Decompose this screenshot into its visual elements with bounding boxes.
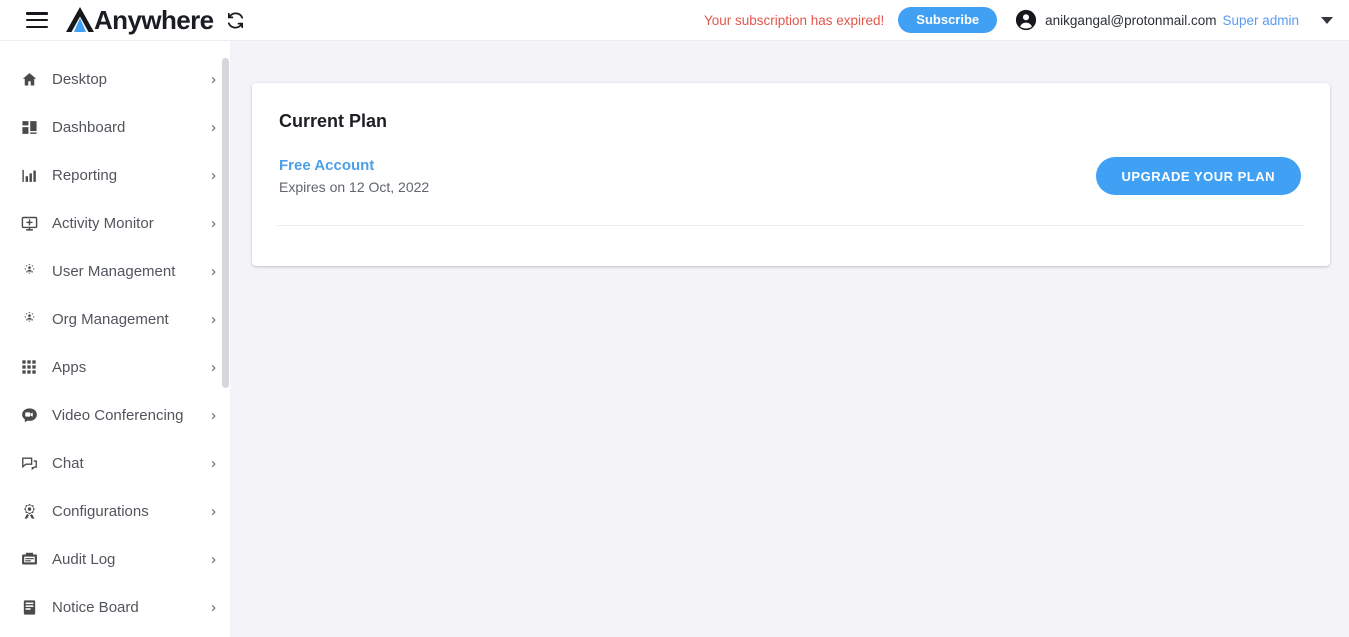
account-circle-icon bbox=[1015, 9, 1037, 31]
chevron-right-icon: › bbox=[211, 598, 216, 616]
dashboard-grid-icon bbox=[18, 116, 40, 138]
top-header-bar: Anywhere Your subscription has expired! … bbox=[0, 0, 1349, 41]
current-plan-card: Current Plan Free Account Expires on 12 … bbox=[252, 83, 1330, 266]
chevron-right-icon: › bbox=[211, 214, 216, 232]
chevron-right-icon: › bbox=[211, 406, 216, 424]
sidebar-item-dashboard[interactable]: Dashboard › bbox=[0, 103, 230, 151]
sidebar-item-user-management[interactable]: User Management › bbox=[0, 247, 230, 295]
sidebar-item-configurations[interactable]: Configurations › bbox=[0, 487, 230, 535]
chat-bubbles-icon bbox=[18, 452, 40, 474]
sidebar-item-reporting[interactable]: Reporting › bbox=[0, 151, 230, 199]
notice-board-icon bbox=[18, 596, 40, 618]
sidebar-item-label: Dashboard bbox=[52, 118, 126, 136]
refresh-sync-icon[interactable] bbox=[226, 11, 245, 30]
sidebar-item-label: Audit Log bbox=[52, 550, 116, 568]
chevron-right-icon: › bbox=[211, 550, 216, 568]
plan-name-label: Free Account bbox=[279, 157, 375, 174]
user-account-area[interactable]: anikgangal@protonmail.com Super admin bbox=[1015, 9, 1299, 31]
sidebar-scrollbar-thumb[interactable] bbox=[222, 58, 229, 388]
chevron-right-icon: › bbox=[211, 166, 216, 184]
logo-text: Anywhere bbox=[94, 5, 214, 35]
sidebar-item-chat[interactable]: Chat › bbox=[0, 439, 230, 487]
caret-down-icon[interactable] bbox=[1321, 16, 1333, 24]
page-title: Current Plan bbox=[279, 111, 388, 131]
chevron-right-icon: › bbox=[211, 118, 216, 136]
sidebar-item-label: Apps bbox=[52, 358, 87, 376]
sidebar-item-label: Desktop bbox=[52, 70, 108, 88]
chevron-right-icon: › bbox=[211, 454, 216, 472]
sidebar-item-label: Activity Monitor bbox=[52, 214, 154, 232]
chevron-right-icon: › bbox=[211, 70, 216, 88]
card-divider bbox=[277, 225, 1305, 226]
user-role-label: Super admin bbox=[1222, 12, 1299, 28]
subscribe-button[interactable]: Subscribe bbox=[898, 7, 998, 33]
sidebar-item-label: Video Conferencing bbox=[52, 406, 184, 424]
settings-gear-icon bbox=[18, 500, 40, 522]
apps-grid-icon bbox=[18, 356, 40, 378]
hamburger-line bbox=[26, 25, 48, 28]
org-gear-icon bbox=[18, 308, 40, 330]
user-gear-icon bbox=[18, 260, 40, 282]
sidebar-item-org-management[interactable]: Org Management › bbox=[0, 295, 230, 343]
chevron-right-icon: › bbox=[211, 310, 216, 328]
sidebar-item-desktop[interactable]: Desktop › bbox=[0, 55, 230, 103]
home-icon bbox=[18, 68, 40, 90]
sidebar-item-audit-log[interactable]: Audit Log › bbox=[0, 535, 230, 583]
header-right-group: Your subscription has expired! Subscribe… bbox=[704, 7, 1333, 33]
video-chat-icon bbox=[18, 404, 40, 426]
sidebar-item-label: User Management bbox=[52, 262, 176, 280]
left-sidebar: Desktop › Dashboard › Reporting › Activi… bbox=[0, 41, 230, 637]
plan-expiry-label: Expires on 12 Oct, 2022 bbox=[279, 179, 430, 195]
sidebar-item-label: Reporting bbox=[52, 166, 118, 184]
anywhere-mountain-logo bbox=[66, 7, 94, 32]
hamburger-line bbox=[26, 18, 48, 22]
chevron-right-icon: › bbox=[211, 502, 216, 520]
main-content-area: Current Plan Free Account Expires on 12 … bbox=[230, 41, 1349, 637]
sidebar-item-label: Configurations bbox=[52, 502, 149, 520]
sidebar-item-activity-monitor[interactable]: Activity Monitor › bbox=[0, 199, 230, 247]
hamburger-line bbox=[26, 12, 48, 15]
chevron-right-icon: › bbox=[211, 358, 216, 376]
app-logo[interactable]: Anywhere bbox=[64, 5, 214, 35]
subscription-expired-message: Your subscription has expired! bbox=[703, 12, 885, 28]
user-email-label: anikgangal@protonmail.com bbox=[1045, 12, 1217, 28]
upgrade-plan-button[interactable]: UPGRADE YOUR PLAN bbox=[1095, 157, 1301, 195]
bar-chart-icon bbox=[18, 164, 40, 186]
monitor-activity-icon bbox=[18, 212, 40, 234]
sidebar-item-label: Org Management bbox=[52, 310, 169, 328]
sidebar-nav-list: Desktop › Dashboard › Reporting › Activi… bbox=[0, 41, 230, 631]
sidebar-item-label: Chat bbox=[52, 454, 84, 472]
hamburger-menu-icon[interactable] bbox=[26, 12, 48, 28]
audit-log-icon bbox=[18, 548, 40, 570]
chevron-right-icon: › bbox=[211, 262, 216, 280]
sidebar-item-notice-board[interactable]: Notice Board › bbox=[0, 583, 230, 631]
sidebar-item-label: Notice Board bbox=[52, 598, 139, 616]
sidebar-item-video-conferencing[interactable]: Video Conferencing › bbox=[0, 391, 230, 439]
sidebar-item-apps[interactable]: Apps › bbox=[0, 343, 230, 391]
